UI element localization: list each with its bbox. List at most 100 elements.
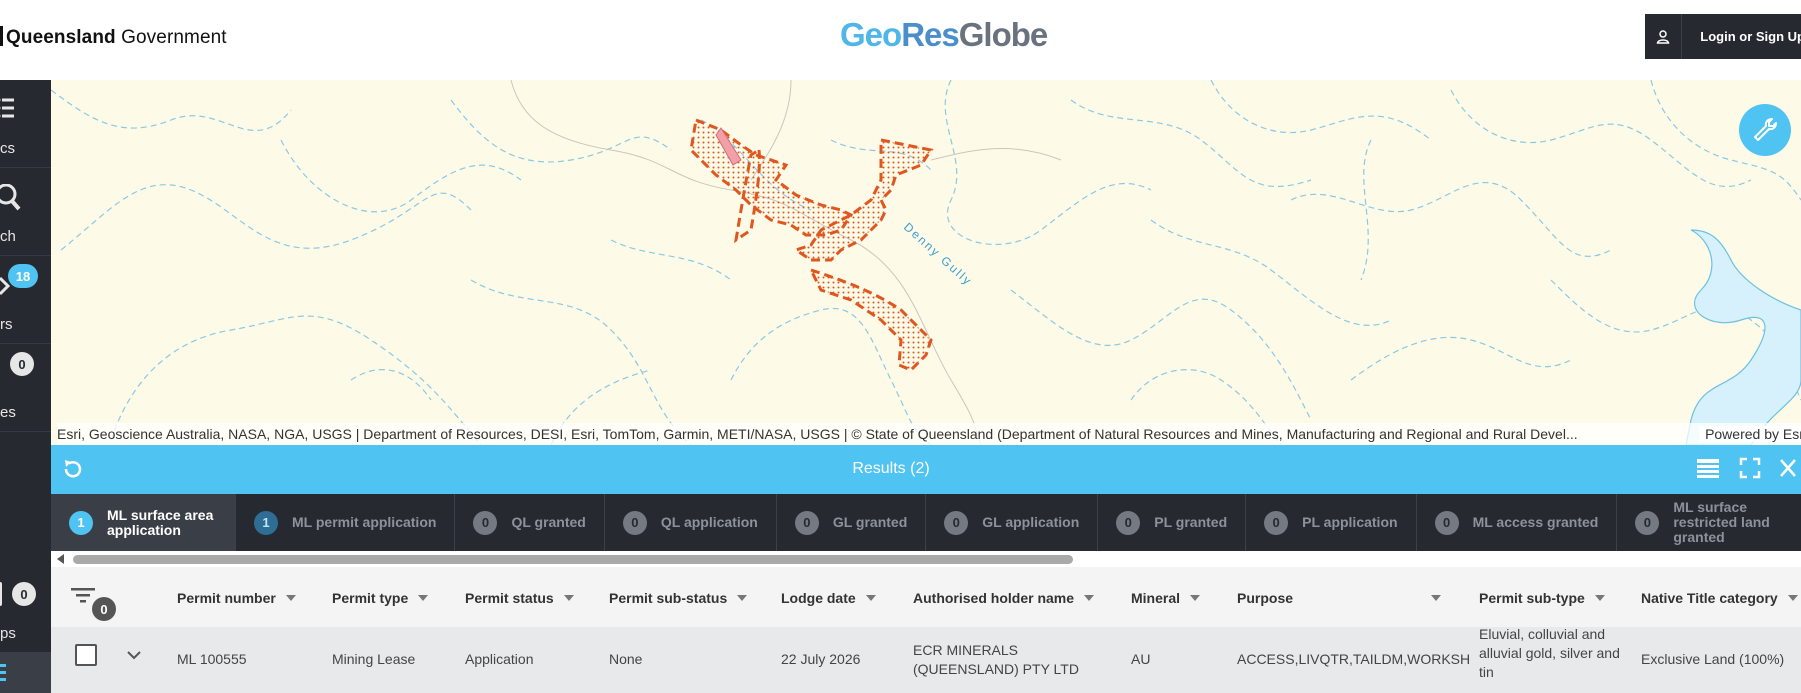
sidebar-item-label: cs (0, 140, 15, 157)
tab-label: GL granted (832, 514, 908, 530)
map-tools-button[interactable] (1739, 104, 1791, 156)
tab-label: ML access granted (1472, 514, 1599, 530)
tab-label: GL application (982, 514, 1080, 530)
road-lines (510, 80, 1062, 445)
brand-geo: Geo (840, 16, 902, 53)
chevron-down-icon (418, 595, 429, 601)
attribution-text: Esri, Geoscience Australia, NASA, NGA, U… (57, 426, 1578, 442)
tab-count-badge: 0 (944, 510, 969, 535)
column-header-holder-name[interactable]: Authorised holder name (913, 590, 1095, 606)
user-icon (1645, 14, 1683, 59)
tab-gl-granted[interactable]: 0 GL granted (777, 494, 927, 551)
apps-icon (0, 582, 5, 611)
chevron-down-icon (1431, 595, 1442, 601)
cell-native-title: Exclusive Land (100%) (1641, 651, 1785, 667)
powered-by-link[interactable]: Powered by Esri (1699, 426, 1801, 442)
login-button[interactable]: Login or Sign Up (1645, 14, 1801, 59)
sidebar-item-search[interactable]: ch (0, 168, 51, 256)
app-root: Queensland Government GeoResGlobe Login … (0, 0, 1801, 693)
column-label: Native Title category (1641, 590, 1778, 606)
cell-purpose: ACCESS,LIVQTR,TAILDM,WORKSH (1237, 651, 1471, 667)
scrollbar-thumb[interactable] (73, 555, 1073, 564)
sidebar-item-filters[interactable]: 18 rs (0, 256, 51, 344)
chevron-down-icon (1084, 595, 1095, 601)
column-header-permit-number[interactable]: Permit number (177, 590, 296, 606)
cell-mineral: AU (1131, 651, 1151, 667)
tab-gl-application[interactable]: 0 GL application (926, 494, 1099, 551)
tab-ml-surface-area-application[interactable]: 1 ML surface area application (51, 494, 236, 551)
tab-label: PL granted (1154, 514, 1228, 530)
cell-permit-sub-type: Eluvial, colluvial and alluvial gold, si… (1479, 626, 1620, 680)
fullscreen-icon[interactable] (1739, 457, 1761, 479)
wrench-icon (1754, 118, 1777, 141)
results-bar: Results (2) (51, 445, 1801, 494)
qld-government-logo[interactable]: Queensland Government (0, 26, 227, 49)
column-header-purpose[interactable]: Purpose (1237, 590, 1442, 606)
results-tabs: 1 ML surface area application 1 ML permit a… (51, 494, 1801, 551)
chevron-down-icon (865, 595, 876, 601)
sidebar-item-apps[interactable]: 0 ps (0, 568, 51, 652)
tab-ql-application[interactable]: 0 QL application (605, 494, 777, 551)
column-label: Permit sub-status (609, 590, 728, 606)
sidebar-item-sites[interactable]: 0 es (0, 344, 51, 432)
tab-count-badge: 0 (1635, 510, 1660, 535)
filter-icon[interactable] (71, 587, 95, 603)
tab-ml-access-granted[interactable]: 0 ML access granted (1417, 494, 1618, 551)
georesglobe-logo[interactable]: GeoResGlobe (840, 16, 1048, 54)
tab-count-badge: 1 (254, 510, 278, 535)
cell-permit-sub-status: None (609, 651, 643, 667)
column-label: Lodge date (781, 590, 856, 606)
sidebar-item-topics[interactable]: cs (0, 80, 51, 168)
sidebar-item-menu[interactable] (0, 652, 51, 693)
tab-count-badge: 1 (69, 510, 93, 535)
column-label: Permit number (177, 590, 276, 606)
sidebar: cs ch 18 rs 0 es 0 ps (0, 80, 51, 693)
column-label: Permit type (332, 590, 409, 606)
apps-count-badge: 0 (12, 582, 36, 606)
tab-pl-application[interactable]: 0 PL application (1246, 494, 1417, 551)
column-header-permit-sub-status[interactable]: Permit sub-status (609, 590, 748, 606)
tab-ql-granted[interactable]: 0 QL granted (455, 494, 605, 551)
tab-count-badge: 0 (473, 510, 498, 535)
map-attribution: Esri, Geoscience Australia, NASA, NGA, U… (57, 423, 1801, 445)
column-header-permit-type[interactable]: Permit type (332, 590, 429, 606)
close-icon[interactable] (1778, 457, 1798, 479)
tab-count-badge: 0 (1434, 510, 1459, 535)
table-header: 0 Permit number Permit type Permit statu… (51, 567, 1801, 627)
column-header-mineral[interactable]: Mineral (1131, 590, 1201, 606)
permit-polygon[interactable] (808, 267, 933, 372)
tab-ml-permit-application[interactable]: 1 ML permit application (236, 494, 456, 551)
tab-pl-granted[interactable]: 0 PL granted (1098, 494, 1247, 551)
cell-permit-number: ML 100555 (177, 651, 247, 667)
results-title: Results (2) (852, 460, 930, 477)
column-label: Authorised holder name (913, 590, 1075, 606)
chevron-down-icon (1190, 595, 1201, 601)
sidebar-item-label: ch (0, 228, 16, 245)
column-header-native-title[interactable]: Native Title category (1641, 590, 1798, 606)
scroll-left-icon[interactable] (57, 554, 64, 564)
map-view[interactable]: Denny Gully Esri, Geoscience Australia, … (51, 80, 1801, 445)
permit-polygon[interactable] (689, 117, 854, 237)
tab-ml-surface-restricted-land-granted[interactable]: 0 ML surface restricted land granted (1617, 494, 1801, 551)
tab-count-badge: 0 (622, 510, 647, 535)
table-row[interactable]: ML 100555 Mining Lease Application None … (51, 626, 1801, 693)
column-label: Permit sub-type (1479, 590, 1585, 606)
column-header-lodge-date[interactable]: Lodge date (781, 590, 876, 606)
cell-lodge-date: 22 July 2026 (781, 651, 861, 667)
cell-permit-type: Mining Lease (332, 651, 416, 667)
permit-polygon[interactable] (792, 138, 934, 262)
sidebar-item-label: es (0, 404, 16, 421)
column-header-permit-sub-type[interactable]: Permit sub-type (1479, 590, 1605, 606)
cell-holder-name: ECR MINERALS (QUEENSLAND) PTY LTD (913, 642, 1079, 677)
row-checkbox[interactable] (75, 644, 97, 666)
tab-label: ML surface restricted land granted (1673, 499, 1770, 545)
map-canvas[interactable]: Denny Gully (51, 80, 1801, 445)
column-label: Mineral (1131, 590, 1181, 606)
logo-bar (0, 26, 3, 46)
chevron-down-icon[interactable] (126, 649, 142, 661)
table-view-icon[interactable] (1696, 457, 1720, 479)
horizontal-scrollbar[interactable] (51, 551, 1801, 567)
column-header-permit-status[interactable]: Permit status (465, 590, 574, 606)
brand-res: Res (901, 16, 960, 53)
layers-icon (0, 96, 16, 127)
